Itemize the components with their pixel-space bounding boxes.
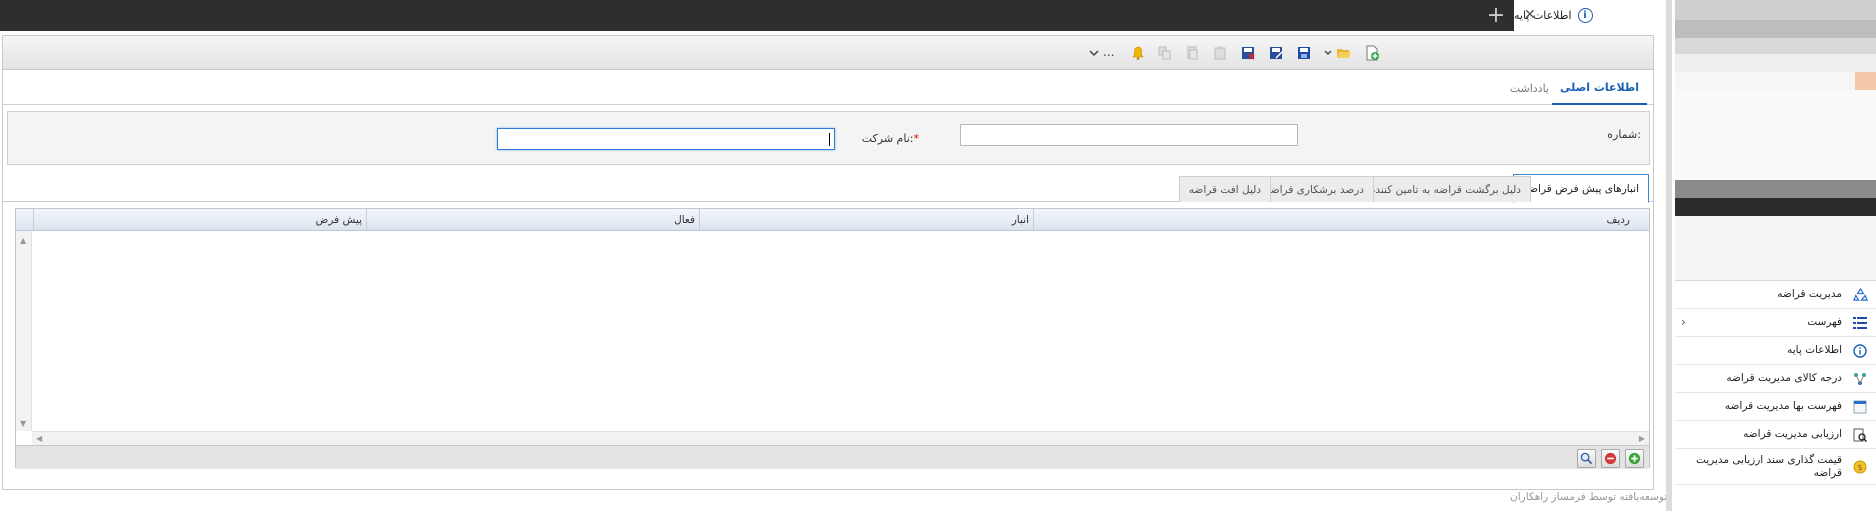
footer-credit: توسعه‌یافته توسط فرمساز راهکاران bbox=[1510, 491, 1668, 503]
company-name-field[interactable] bbox=[497, 128, 835, 150]
search-icon bbox=[1580, 452, 1593, 465]
main-panel: ... اطلاعات اصلی یادداشت شماره: نام شرکت… bbox=[2, 35, 1654, 490]
copy-icon[interactable] bbox=[1183, 44, 1201, 62]
document-tab[interactable]: i اطلاعات پایه ✕ bbox=[1514, 0, 1668, 31]
text-caret bbox=[829, 133, 830, 146]
save-as-icon[interactable] bbox=[1267, 44, 1285, 62]
nav-item-pricing[interactable]: $ قیمت گذاری سند ارزیابی مدیریت قراضه bbox=[1675, 449, 1876, 485]
window-tab-strip: + i اطلاعات پایه ✕ bbox=[0, 0, 1668, 31]
tab-cutting-percent[interactable]: درصد برشکاری قراضه bbox=[1255, 176, 1374, 202]
column-header-default[interactable]: پیش فرض bbox=[33, 209, 366, 231]
company-label-text: نام شرکت: bbox=[861, 132, 914, 145]
save-icon[interactable] bbox=[1295, 44, 1313, 62]
open-folder-icon[interactable] bbox=[1335, 44, 1353, 62]
main-form: شماره: نام شرکت:* bbox=[7, 111, 1650, 165]
scroll-right-icon[interactable]: ▶ bbox=[1639, 434, 1645, 443]
required-marker: * bbox=[913, 132, 920, 145]
column-header-row[interactable]: ردیف bbox=[1033, 209, 1634, 231]
grid-tab-bar: انبارهای پیش فرض قراضه دلیل برگشت قراضه … bbox=[3, 174, 1653, 203]
document-tab-title: اطلاعات پایه bbox=[1514, 9, 1572, 22]
price-list-icon bbox=[1852, 399, 1868, 415]
plus-icon: + bbox=[1486, 3, 1506, 28]
number-label: شماره: bbox=[1607, 128, 1641, 141]
chevron-down-icon[interactable] bbox=[1085, 44, 1103, 62]
list-icon bbox=[1852, 315, 1868, 331]
remove-icon bbox=[1604, 452, 1617, 465]
column-header-active[interactable]: فعال bbox=[366, 209, 699, 231]
info-icon: i bbox=[1577, 8, 1593, 23]
coin-icon: $ bbox=[1852, 459, 1868, 475]
nav-item-price-list[interactable]: فهرست بها مدیریت قراضه bbox=[1675, 393, 1876, 421]
remove-row-button[interactable] bbox=[1601, 449, 1620, 468]
chevron-left-icon: ‹ bbox=[1681, 315, 1686, 329]
nav-item-grade[interactable]: درجه کالای مدیریت قراضه bbox=[1675, 365, 1876, 393]
scroll-down-icon[interactable]: ▼ bbox=[20, 419, 26, 428]
company-label: نام شرکت:* bbox=[862, 132, 922, 145]
close-icon[interactable]: ✕ bbox=[1524, 7, 1536, 23]
number-field[interactable] bbox=[960, 124, 1298, 146]
cut-icon[interactable] bbox=[1155, 44, 1173, 62]
panel-splitter[interactable] bbox=[1666, 0, 1672, 511]
add-row-button[interactable] bbox=[1625, 449, 1644, 468]
blurred-region bbox=[1675, 0, 1876, 280]
tab-return-reason[interactable]: دلیل برگشت قراضه به تامین کننده bbox=[1359, 176, 1531, 202]
data-grid: ردیف انبار فعال پیش فرض ▲ ▼ ◀ ▶ bbox=[15, 208, 1650, 469]
nav-item-list[interactable]: فهرست ‹ bbox=[1675, 309, 1876, 337]
nav-item-evaluation[interactable]: ارزیابی مدیریت قراضه bbox=[1675, 421, 1876, 449]
horizontal-scrollbar[interactable]: ◀ ▶ bbox=[32, 431, 1649, 445]
nav-item-basic-info[interactable]: اطلاعات پایه bbox=[1675, 337, 1876, 365]
grade-icon bbox=[1852, 371, 1868, 387]
tab-notes[interactable]: یادداشت bbox=[1502, 71, 1557, 105]
more-button[interactable]: ... bbox=[1103, 45, 1114, 59]
grid-footer bbox=[16, 445, 1649, 469]
grid-header: ردیف انبار فعال پیش فرض bbox=[16, 209, 1649, 231]
tab-loss-reason[interactable]: دلیل افت قراضه bbox=[1178, 176, 1271, 202]
add-tab-button[interactable]: + bbox=[1478, 0, 1514, 31]
tab-main-info[interactable]: اطلاعات اصلی bbox=[1551, 71, 1647, 105]
paste-icon[interactable] bbox=[1211, 44, 1229, 62]
toolbar: ... bbox=[3, 36, 1653, 70]
info-icon bbox=[1852, 343, 1868, 359]
nav-header-scrap-management[interactable]: مدیریت قراضه bbox=[1675, 281, 1876, 309]
search-button[interactable] bbox=[1577, 449, 1596, 468]
side-navigation: مدیریت قراضه فهرست ‹ اطلاعات پایه درجه ک… bbox=[1675, 280, 1876, 511]
scroll-up-icon[interactable]: ▲ bbox=[20, 236, 26, 245]
column-header-warehouse[interactable]: انبار bbox=[699, 209, 1033, 231]
subtab-bar: اطلاعات اصلی یادداشت bbox=[3, 71, 1653, 105]
vertical-scrollbar[interactable]: ▲ ▼ bbox=[16, 231, 32, 431]
svg-text:$: $ bbox=[1857, 463, 1862, 472]
recycle-icon bbox=[1852, 287, 1868, 303]
tab-default-warehouses[interactable]: انبارهای پیش فرض قراضه bbox=[1513, 174, 1649, 203]
add-icon bbox=[1628, 452, 1641, 465]
evaluation-icon bbox=[1852, 427, 1868, 443]
new-icon[interactable] bbox=[1363, 44, 1381, 62]
save-close-icon[interactable] bbox=[1239, 44, 1257, 62]
scroll-left-icon[interactable]: ◀ bbox=[36, 434, 42, 443]
bell-icon[interactable] bbox=[1129, 44, 1147, 62]
